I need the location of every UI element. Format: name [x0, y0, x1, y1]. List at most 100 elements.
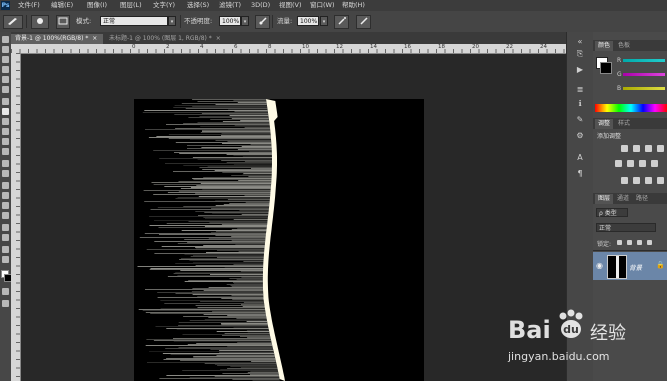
screen-mode-icon[interactable] [2, 300, 9, 307]
dodge-tool-icon[interactable] [2, 170, 9, 177]
layer-thumbnail [607, 255, 627, 279]
clone-source-icon[interactable]: ⚙ [574, 130, 586, 142]
move-tool-icon[interactable] [2, 36, 9, 43]
flow-label: 流量: [277, 17, 293, 25]
opacity-input[interactable]: 100% [219, 16, 241, 26]
lock-position-icon[interactable] [637, 240, 642, 245]
history-icon[interactable]: ⎘ [574, 48, 586, 60]
close-icon[interactable]: × [92, 35, 97, 42]
brush-preset-picker[interactable] [3, 15, 23, 29]
posterize-icon[interactable] [633, 177, 640, 184]
menu-edit[interactable]: 编辑(E) [51, 1, 73, 10]
marquee-tool-icon[interactable] [2, 46, 9, 53]
brush-tool-icon[interactable] [2, 108, 9, 115]
brush-size-picker[interactable] [31, 15, 49, 29]
pressure-opacity-button[interactable] [255, 15, 270, 29]
shape-tool-icon[interactable] [2, 212, 9, 219]
crop-tool-icon[interactable] [2, 76, 9, 83]
zoom-tool-icon[interactable] [2, 256, 9, 263]
quick-mask-icon[interactable] [2, 288, 9, 295]
menu-image[interactable]: 图像(I) [87, 1, 107, 10]
tab-swatches[interactable]: 色板 [615, 41, 633, 51]
tab-document-2[interactable]: 未标题-1 @ 100% (图层 1, RGB/8) * × [105, 34, 235, 44]
layer-row[interactable]: ◉ 背景 🔒 [593, 252, 667, 280]
color-balance-icon[interactable] [639, 160, 646, 167]
tab-channels[interactable]: 通道 [614, 194, 632, 204]
tab-styles[interactable]: 样式 [615, 119, 633, 129]
collapse-icon[interactable]: « [574, 36, 586, 48]
blur-tool-icon[interactable] [2, 160, 9, 167]
tab-color[interactable]: 颜色 [595, 41, 614, 51]
menu-file[interactable]: 文件(F) [18, 1, 40, 10]
quick-select-tool-icon[interactable] [2, 66, 9, 73]
threshold-icon[interactable] [645, 177, 652, 184]
flow-input[interactable]: 100% [297, 16, 319, 26]
photoshop-logo: Ps [1, 1, 10, 10]
tab-layers[interactable]: 图层 [595, 194, 614, 204]
3d-rotate-tool-icon[interactable] [2, 224, 9, 231]
curves-icon[interactable] [645, 145, 652, 152]
opacity-dropdown[interactable]: ▾ [241, 16, 249, 26]
type-tool-icon[interactable] [2, 192, 9, 199]
document-canvas[interactable] [134, 99, 424, 381]
red-slider[interactable] [623, 59, 665, 62]
visibility-eye-icon[interactable]: ◉ [596, 261, 603, 270]
menu-window[interactable]: 窗口(W) [310, 1, 335, 10]
pen-tool-icon[interactable] [2, 182, 9, 189]
lock-all-icon[interactable] [647, 240, 652, 245]
info-icon[interactable]: ℹ [574, 98, 586, 110]
brightness-icon[interactable] [621, 145, 628, 152]
document-tab-bar: 背景-1 @ 100%(RGB/8) * × 未标题-1 @ 100% (图层 … [11, 32, 566, 44]
hue-saturation-icon[interactable] [627, 160, 634, 167]
hand-tool-icon[interactable] [2, 246, 9, 253]
menu-view[interactable]: 视图(V) [279, 1, 302, 10]
eyedropper-tool-icon[interactable] [2, 86, 9, 93]
paragraph-icon[interactable]: ¶ [574, 168, 586, 180]
eraser-tool-icon[interactable] [2, 138, 9, 145]
menu-layer[interactable]: 图层(L) [120, 1, 142, 10]
brush-panel-toggle[interactable] [56, 15, 70, 29]
close-icon[interactable]: × [216, 35, 221, 42]
tab-document-1[interactable]: 背景-1 @ 100%(RGB/8) * × [11, 34, 103, 44]
tab-adjustments[interactable]: 调整 [595, 119, 614, 129]
path-select-tool-icon[interactable] [2, 202, 9, 209]
brush-panel-icon[interactable]: ✎ [574, 114, 586, 126]
menu-type[interactable]: 文字(Y) [153, 1, 175, 10]
green-slider[interactable] [623, 73, 665, 76]
character-icon[interactable]: A [574, 152, 586, 164]
chevron-down-icon[interactable]: ▾ [168, 16, 176, 26]
pressure-size-button[interactable] [356, 15, 371, 29]
mode-select[interactable]: 正常 [100, 16, 168, 26]
tab-paths[interactable]: 路径 [633, 194, 651, 204]
gradient-tool-icon[interactable] [2, 148, 9, 155]
healing-tool-icon[interactable] [2, 98, 9, 105]
pen-pressure-icon [258, 17, 267, 25]
exposure-icon[interactable] [657, 145, 664, 152]
lock-transparent-icon[interactable] [617, 240, 622, 245]
history-brush-tool-icon[interactable] [2, 128, 9, 135]
lock-pixels-icon[interactable] [627, 240, 632, 245]
menu-filter[interactable]: 滤镜(T) [219, 1, 241, 10]
airbrush-button[interactable] [334, 15, 349, 29]
levels-icon[interactable] [633, 145, 640, 152]
properties-icon[interactable]: ≣ [574, 84, 586, 96]
layer-kind-filter[interactable]: ρ 类型 [596, 208, 628, 217]
menu-3d[interactable]: 3D(D) [251, 1, 270, 10]
gradient-map-icon[interactable] [657, 177, 664, 184]
3d-camera-tool-icon[interactable] [2, 234, 9, 241]
lasso-tool-icon[interactable] [2, 56, 9, 63]
flow-dropdown[interactable]: ▾ [320, 16, 328, 26]
brush-icon [8, 18, 17, 25]
play-action-icon[interactable]: ▶ [574, 64, 586, 76]
blend-mode-select[interactable]: 正常 [596, 223, 656, 232]
color-spectrum-bar[interactable] [595, 104, 667, 112]
invert-icon[interactable] [621, 177, 628, 184]
color-panel-tabs: 颜色 色板 [593, 40, 667, 51]
blue-slider[interactable] [623, 87, 665, 90]
background-swatch[interactable] [600, 62, 612, 74]
menu-select[interactable]: 选择(S) [187, 1, 209, 10]
vibrance-icon[interactable] [615, 160, 622, 167]
black-white-icon[interactable] [651, 160, 658, 167]
menu-help[interactable]: 帮助(H) [342, 1, 365, 10]
clone-stamp-tool-icon[interactable] [2, 118, 9, 125]
